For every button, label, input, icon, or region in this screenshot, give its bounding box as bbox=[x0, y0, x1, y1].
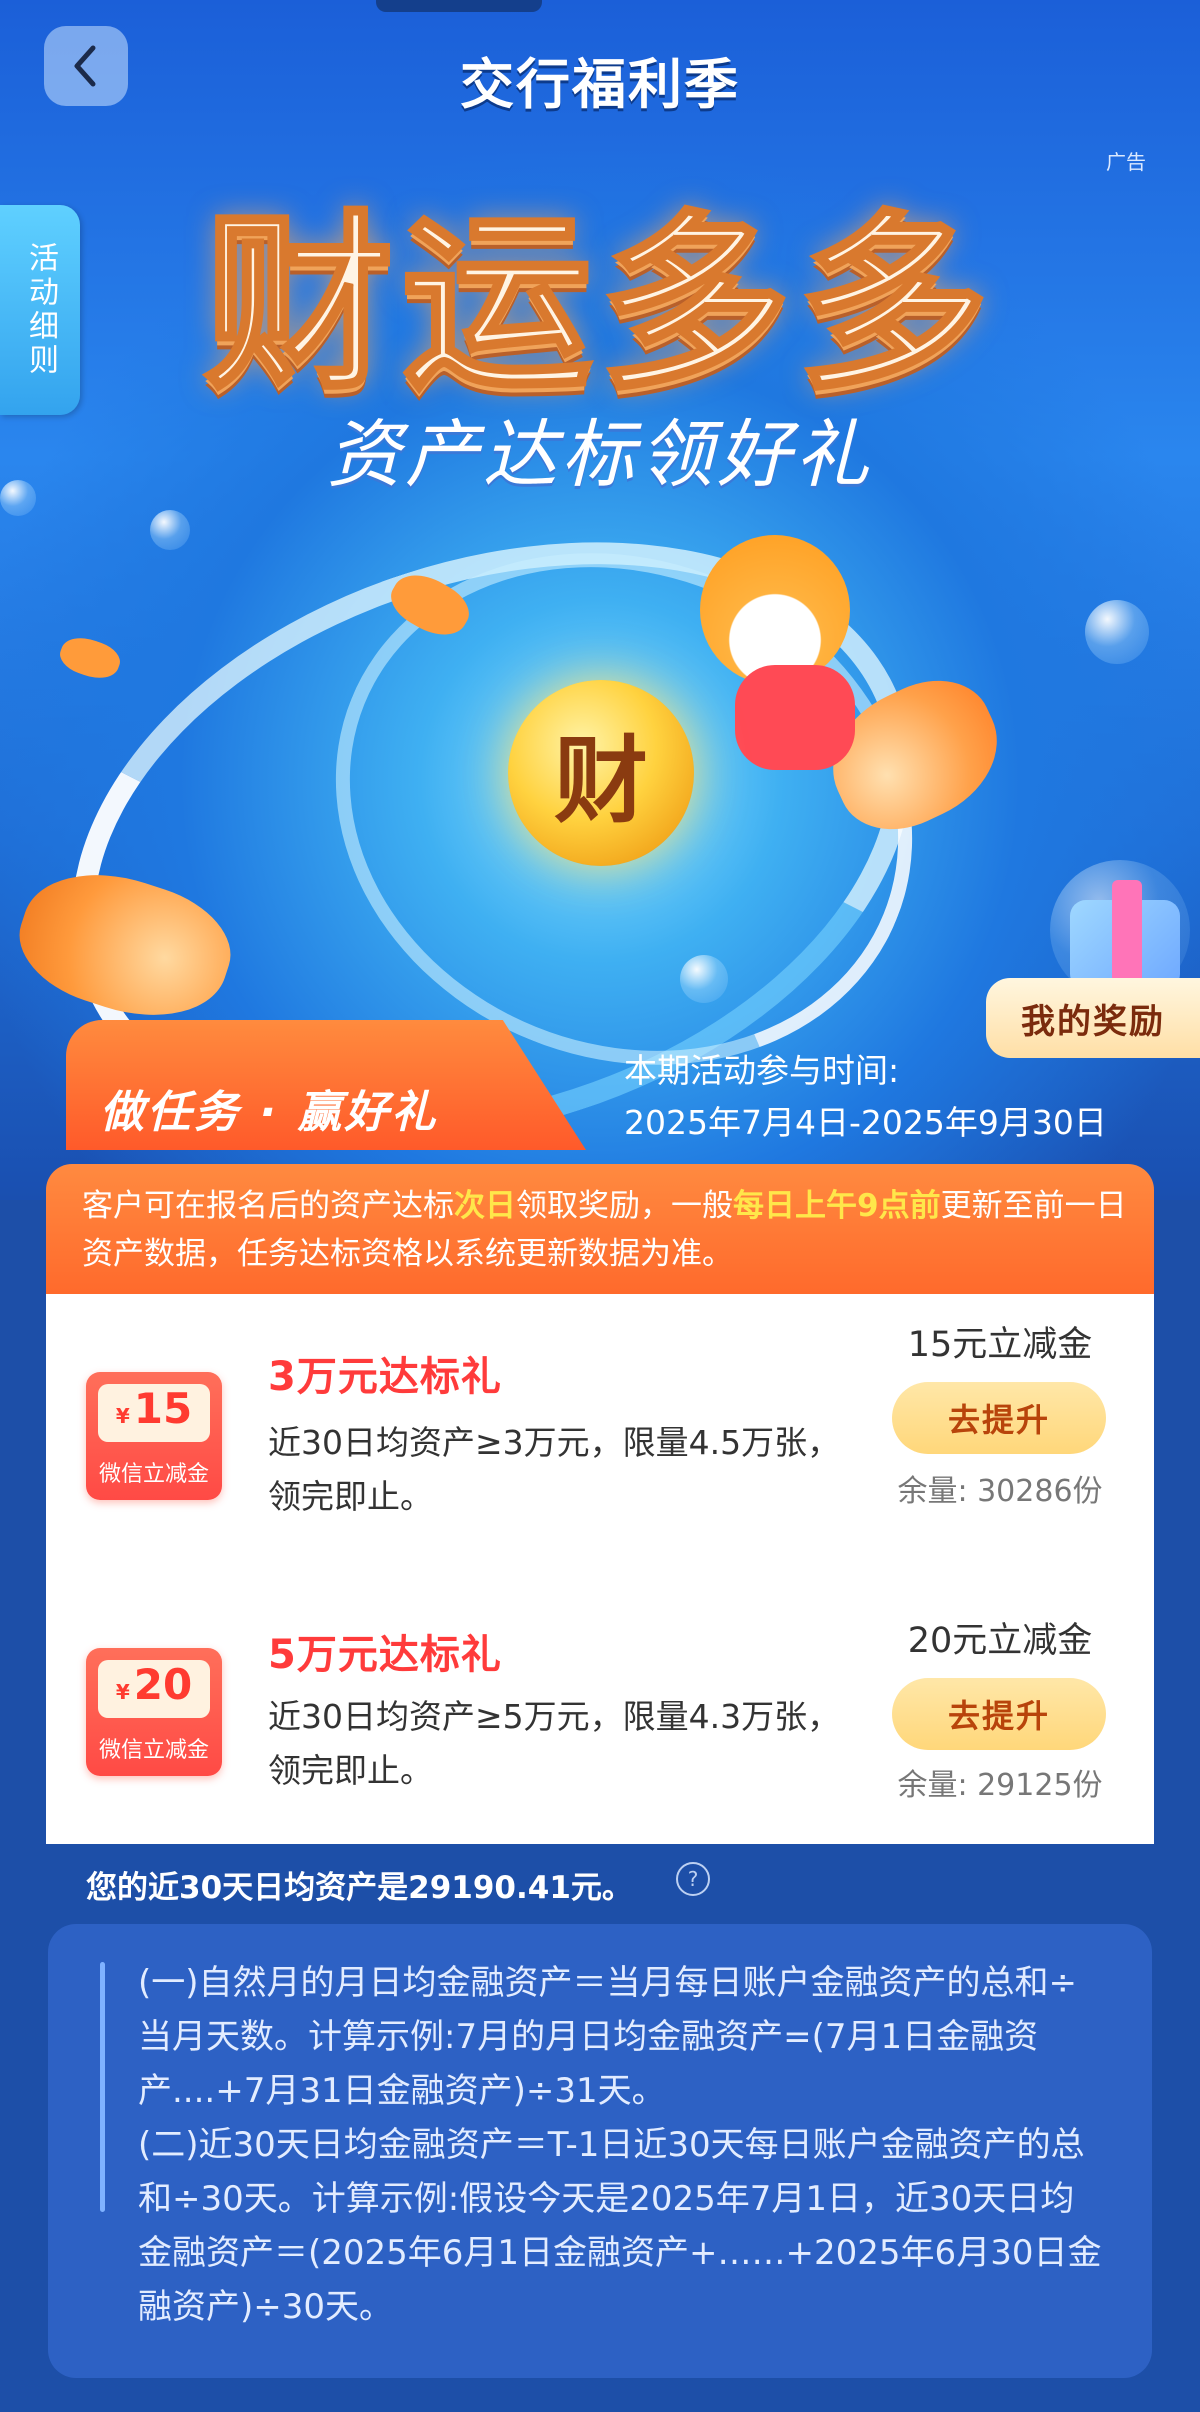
hero-subline: 资产达标领好礼 bbox=[327, 412, 873, 498]
fortune-coin: 财 bbox=[508, 680, 694, 866]
explanation-text: (一)自然月的月日均金融资产＝当月每日账户金融资产的总和÷当月天数。计算示例:7… bbox=[138, 1956, 1108, 2334]
improve-button[interactable]: 去提升 bbox=[892, 1382, 1106, 1454]
notice-text: 客户可在报名后的资产达标次日领取奖励，一般每日上午9点前更新至前一日资产数据，任… bbox=[82, 1182, 1128, 1278]
period-value: 2025年7月4日-2025年9月30日 bbox=[624, 1103, 1107, 1142]
remaining-count: 余量: 30286份 bbox=[897, 1474, 1103, 1509]
task-tab-label: 做任务 · 赢好礼 bbox=[100, 1087, 439, 1138]
period-label: 本期活动参与时间: bbox=[624, 1051, 900, 1090]
reward-amount: 15元立减金 bbox=[907, 1325, 1093, 1365]
reward-amount: 20元立减金 bbox=[907, 1621, 1093, 1661]
brand-title: 交行福利季 bbox=[460, 53, 740, 116]
voucher-ticket: ¥20 微信立减金 bbox=[86, 1648, 222, 1776]
remaining-count: 余量: 29125份 bbox=[897, 1768, 1103, 1803]
mascot-illustration bbox=[700, 535, 850, 685]
reward-description: 近30日均资产≥5万元，限量4.3万张，领完即止。 bbox=[268, 1697, 841, 1790]
reward-title: 3万元达标礼 bbox=[268, 1354, 502, 1400]
notice-highlight: 每日上午9点前 bbox=[733, 1188, 941, 1224]
voucher-amount: ¥20 bbox=[98, 1660, 210, 1718]
voucher-label: 微信立减金 bbox=[98, 1738, 209, 1763]
explanation-30day: (二)近30天日均金融资产＝T-1日近30天每日账户金融资产的总和÷30天。计算… bbox=[138, 2125, 1102, 2327]
hero-headline: 财运多多 bbox=[202, 192, 996, 417]
voucher-ticket: ¥15 微信立减金 bbox=[86, 1372, 222, 1500]
gift-ribbon-decoration bbox=[1112, 880, 1142, 990]
currency-symbol: ¥ bbox=[115, 1680, 130, 1704]
reward-title: 5万元达标礼 bbox=[268, 1632, 502, 1678]
notice-highlight: 次日 bbox=[454, 1188, 516, 1224]
goldfish-decoration bbox=[55, 630, 125, 686]
average-assets-text: 您的近30天日均资产是29190.41元。 bbox=[86, 1870, 633, 1906]
reward-description: 近30日均资产≥3万元，限量4.5万张，领完即止。 bbox=[268, 1423, 841, 1516]
explanation-monthly: (一)自然月的月日均金融资产＝当月每日账户金融资产的总和÷当月天数。计算示例:7… bbox=[138, 1963, 1078, 2111]
voucher-value: 20 bbox=[133, 1660, 193, 1709]
page: 交行福利季 广告 财 财运多多 资产达标领好礼 活动细则 我的奖励 做任务 · … bbox=[0, 0, 1200, 2412]
currency-symbol: ¥ bbox=[115, 1404, 130, 1428]
activity-rules-tab[interactable]: 活动细则 bbox=[0, 205, 80, 415]
bubble-decoration bbox=[680, 955, 728, 1003]
explanation-accent-bar bbox=[100, 1962, 105, 2212]
improve-button[interactable]: 去提升 bbox=[892, 1678, 1106, 1750]
bubble-decoration bbox=[150, 510, 190, 550]
my-rewards-button[interactable]: 我的奖励 bbox=[986, 978, 1200, 1058]
voucher-amount: ¥15 bbox=[98, 1384, 210, 1442]
voucher-value: 15 bbox=[133, 1384, 193, 1433]
help-icon[interactable]: ? bbox=[676, 1862, 710, 1896]
notice-part: 领取奖励，一般 bbox=[516, 1188, 733, 1224]
bubble-decoration bbox=[1085, 600, 1149, 664]
mascot-body bbox=[735, 665, 855, 770]
notice-part: 客户可在报名后的资产达标 bbox=[82, 1188, 454, 1224]
status-notch bbox=[376, 0, 542, 12]
voucher-label: 微信立减金 bbox=[98, 1462, 209, 1487]
